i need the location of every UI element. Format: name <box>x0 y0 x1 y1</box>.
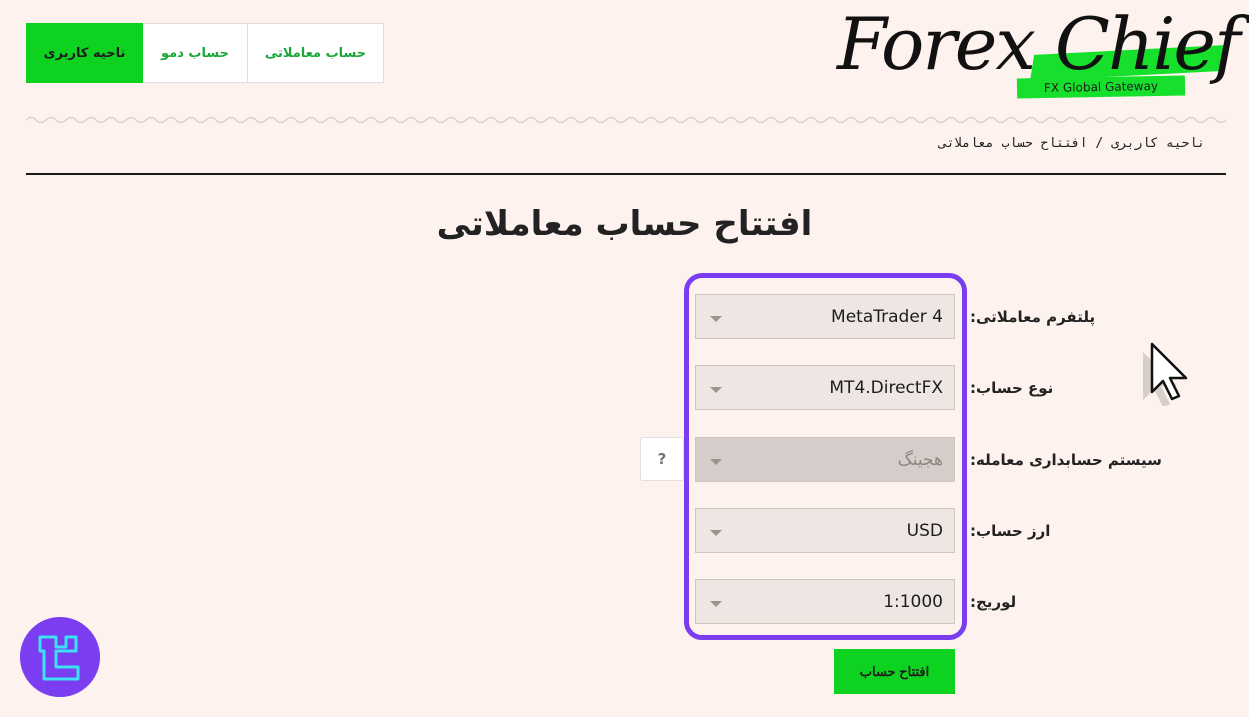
leverage-label: لوریج: <box>970 593 1017 611</box>
user-area-button[interactable]: ناحیه کاربری <box>26 23 143 83</box>
header-divider <box>26 173 1226 175</box>
chevron-down-icon <box>710 601 722 607</box>
leverage-select[interactable]: 1:1000 <box>695 579 955 624</box>
platform-value: MetaTrader 4 <box>831 306 943 327</box>
page-title: افتتاح حساب معاملاتی <box>436 204 813 244</box>
accounting-system-value: هجینگ <box>897 449 943 470</box>
logo-wordmark: Forex Chief <box>837 2 1241 86</box>
chevron-down-icon <box>710 459 722 465</box>
forex-chief-logo[interactable]: Forex Chief FX Global Gateway <box>837 8 1241 100</box>
chevron-down-icon <box>710 316 722 322</box>
mouse-cursor-icon <box>1143 342 1188 406</box>
currency-label: ارز حساب: <box>970 522 1051 540</box>
platform-select[interactable]: MetaTrader 4 <box>695 294 955 339</box>
platform-label: پلتفرم معاملاتی: <box>970 308 1096 326</box>
chevron-down-icon <box>710 387 722 393</box>
accounting-system-label: سیستم حسابداری معامله: <box>970 451 1162 469</box>
accounting-system-select: هجینگ <box>695 437 955 482</box>
site-badge-icon <box>20 617 100 697</box>
leverage-value: 1:1000 <box>883 591 943 612</box>
currency-select[interactable]: USD <box>695 508 955 553</box>
account-type-value: MT4.DirectFX <box>829 377 943 398</box>
header-nav: ناحیه کاربری حساب دمو حساب معاملاتی <box>26 23 384 83</box>
wavy-divider <box>26 116 1226 124</box>
chevron-down-icon <box>710 530 722 536</box>
trading-account-button[interactable]: حساب معاملاتی <box>248 23 384 83</box>
help-button[interactable]: ? <box>640 437 684 481</box>
open-account-button[interactable]: افتتاح حساب <box>834 649 955 694</box>
currency-value: USD <box>906 520 943 541</box>
account-type-select[interactable]: MT4.DirectFX <box>695 365 955 410</box>
demo-account-button[interactable]: حساب دمو <box>143 23 248 83</box>
breadcrumb[interactable]: ناحیه کاربری / افتتاح حساب معاملاتی <box>939 136 1205 151</box>
